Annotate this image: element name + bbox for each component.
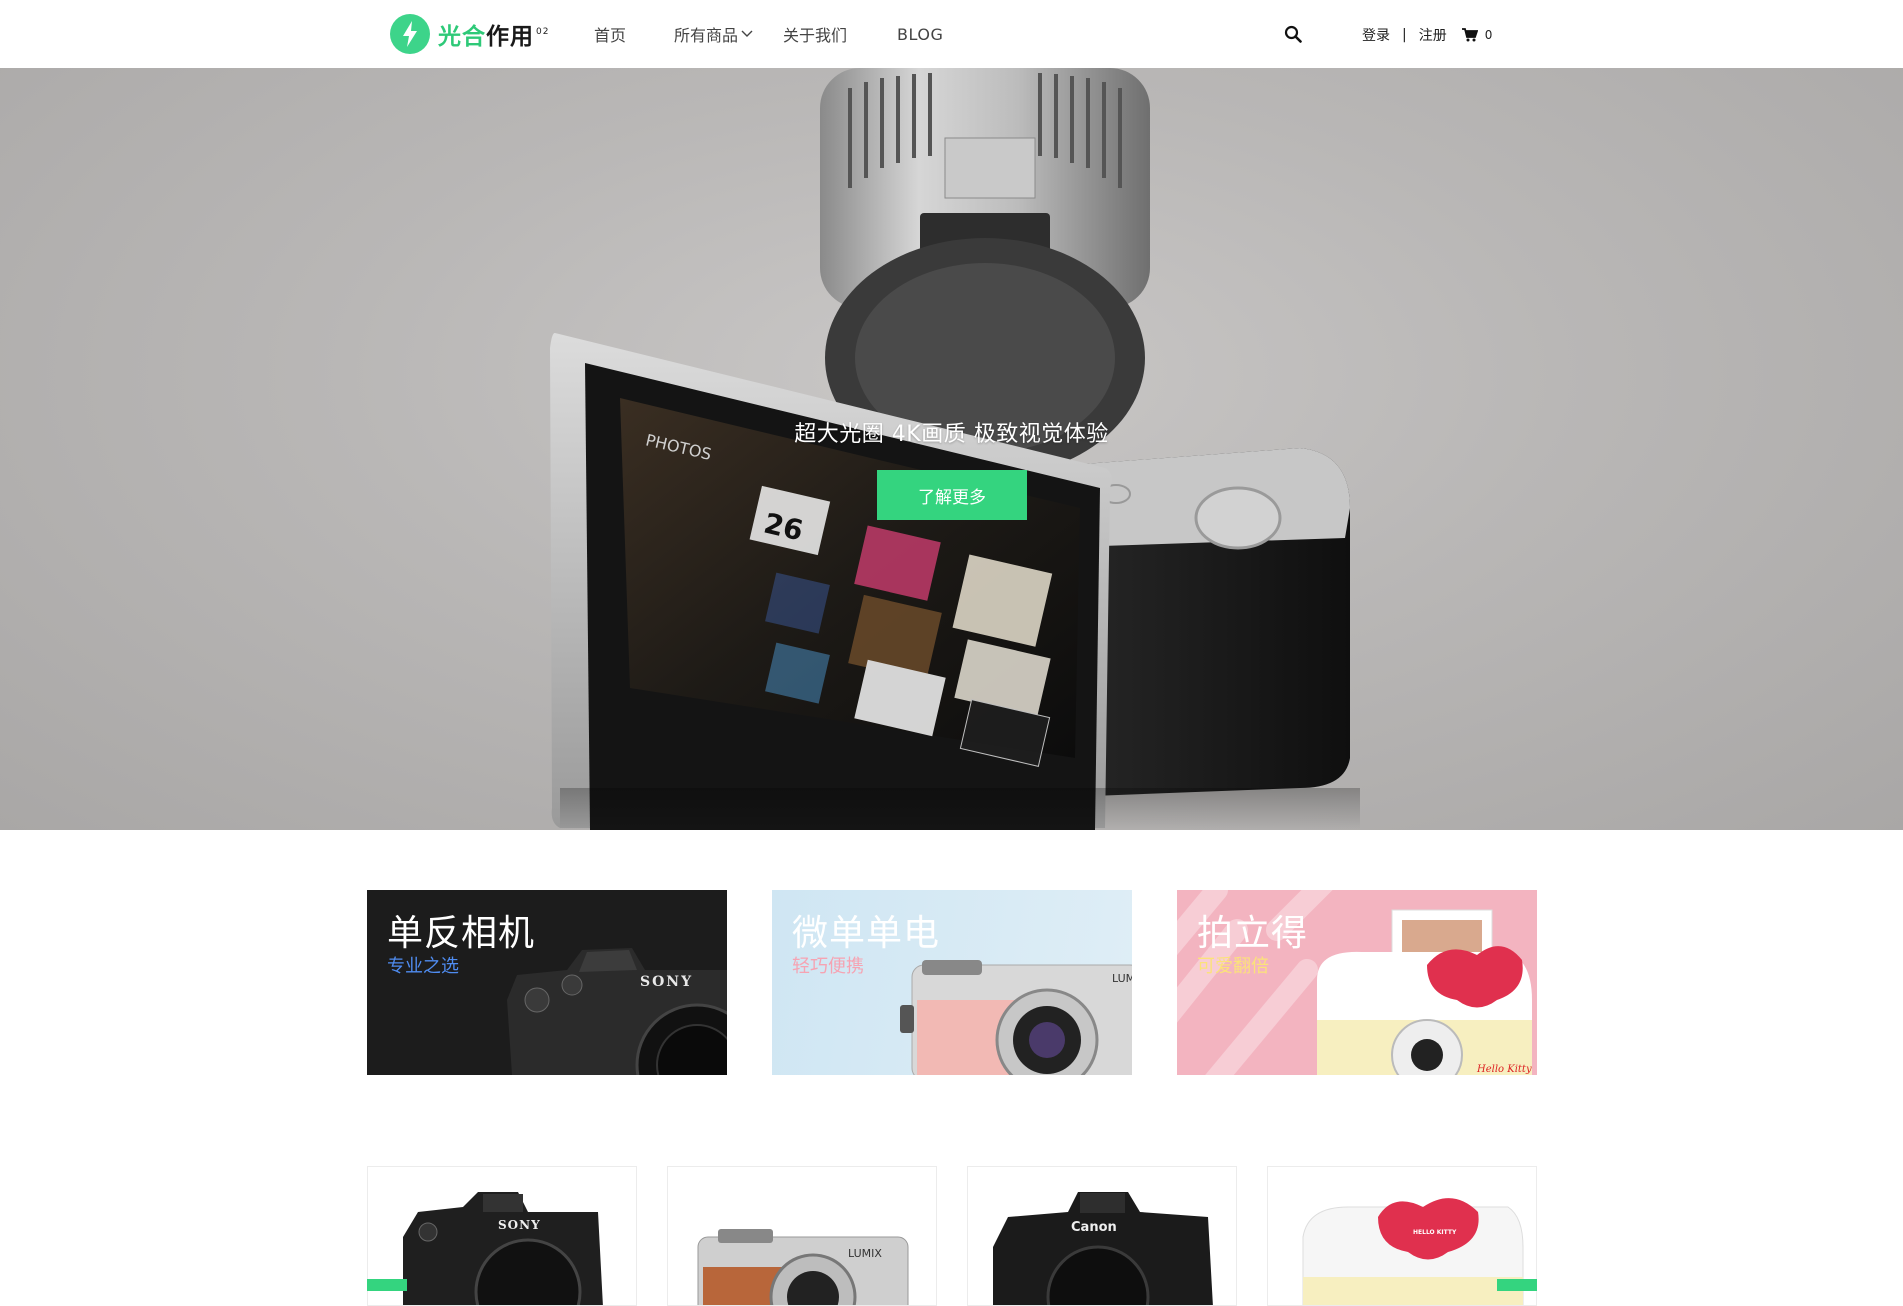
- search-icon[interactable]: [1284, 25, 1302, 43]
- product-image: SONY: [403, 1192, 603, 1305]
- product-brand-text: HELLO KITTY: [1413, 1229, 1457, 1236]
- cart-icon: [1461, 28, 1478, 42]
- cart-button[interactable]: 0: [1461, 28, 1493, 42]
- main-nav: 首页 所有商品 关于我们 BLOG: [594, 22, 943, 46]
- chevron-down-icon: [741, 30, 753, 37]
- product-tag: [367, 1279, 407, 1291]
- product-brand-text: LUMIX: [848, 1247, 882, 1260]
- product-card[interactable]: Canon: [967, 1166, 1237, 1306]
- hero-camera-image: 26 PHOTOS: [550, 68, 1360, 830]
- nav-item-about[interactable]: 关于我们: [783, 22, 847, 46]
- category-title: 单反相机: [387, 913, 536, 954]
- auth-links: 登录 | 注册 0: [1362, 25, 1492, 45]
- product-card[interactable]: LUMIX: [667, 1166, 937, 1306]
- product-brand-text: SONY: [498, 1218, 541, 1232]
- category-title: 微单单电: [792, 913, 941, 954]
- brand-logo[interactable]: 光合作用 02: [390, 14, 549, 54]
- mirrorless-brand-text: LUMIX: [1112, 972, 1132, 985]
- brand-name: 光合作用 02: [438, 24, 550, 50]
- category-dslr[interactable]: SONY 单反相机 专业之选: [367, 890, 727, 1075]
- product-tag: [1497, 1279, 1537, 1291]
- category-title: 拍立得: [1197, 913, 1309, 954]
- nav-item-blog[interactable]: BLOG: [897, 25, 943, 44]
- instant-brand-text: Hello Kitty: [1476, 1064, 1532, 1075]
- bolt-icon: [390, 14, 430, 54]
- product-brand-text: Canon: [1071, 1220, 1117, 1235]
- dslr-brand-text: SONY: [640, 974, 693, 990]
- hero-slogan: 超大光圈 4K画质 极致视觉体验: [794, 422, 1109, 447]
- category-mirrorless[interactable]: LUMIX 微单单电 轻巧便携: [772, 890, 1132, 1075]
- login-link[interactable]: 登录: [1362, 25, 1390, 45]
- register-link[interactable]: 注册: [1419, 25, 1447, 45]
- nav-item-home[interactable]: 首页: [594, 22, 626, 46]
- category-subtitle: 可爱翻倍: [1197, 956, 1269, 977]
- category-subtitle: 轻巧便携: [792, 956, 864, 977]
- learn-more-button[interactable]: 了解更多: [877, 470, 1027, 520]
- category-subtitle: 专业之选: [387, 956, 459, 977]
- product-image: LUMIX: [697, 1229, 909, 1305]
- cart-count: 0: [1484, 28, 1493, 42]
- product-image: Canon: [993, 1192, 1213, 1305]
- category-instant[interactable]: Hello Kitty 拍立得 可爱翻倍: [1177, 890, 1537, 1075]
- auth-separator: |: [1402, 27, 1407, 43]
- nav-item-all-products[interactable]: 所有商品: [674, 22, 753, 46]
- product-card[interactable]: SONY: [367, 1166, 637, 1306]
- site-header: 光合作用 02 首页 所有商品 关于我们 BLOG 登录 | 注册 0: [0, 0, 1903, 68]
- hero-banner: 26 PHOTOS 超大光圈 4K画质 极致视觉体验 了解更多: [0, 68, 1903, 830]
